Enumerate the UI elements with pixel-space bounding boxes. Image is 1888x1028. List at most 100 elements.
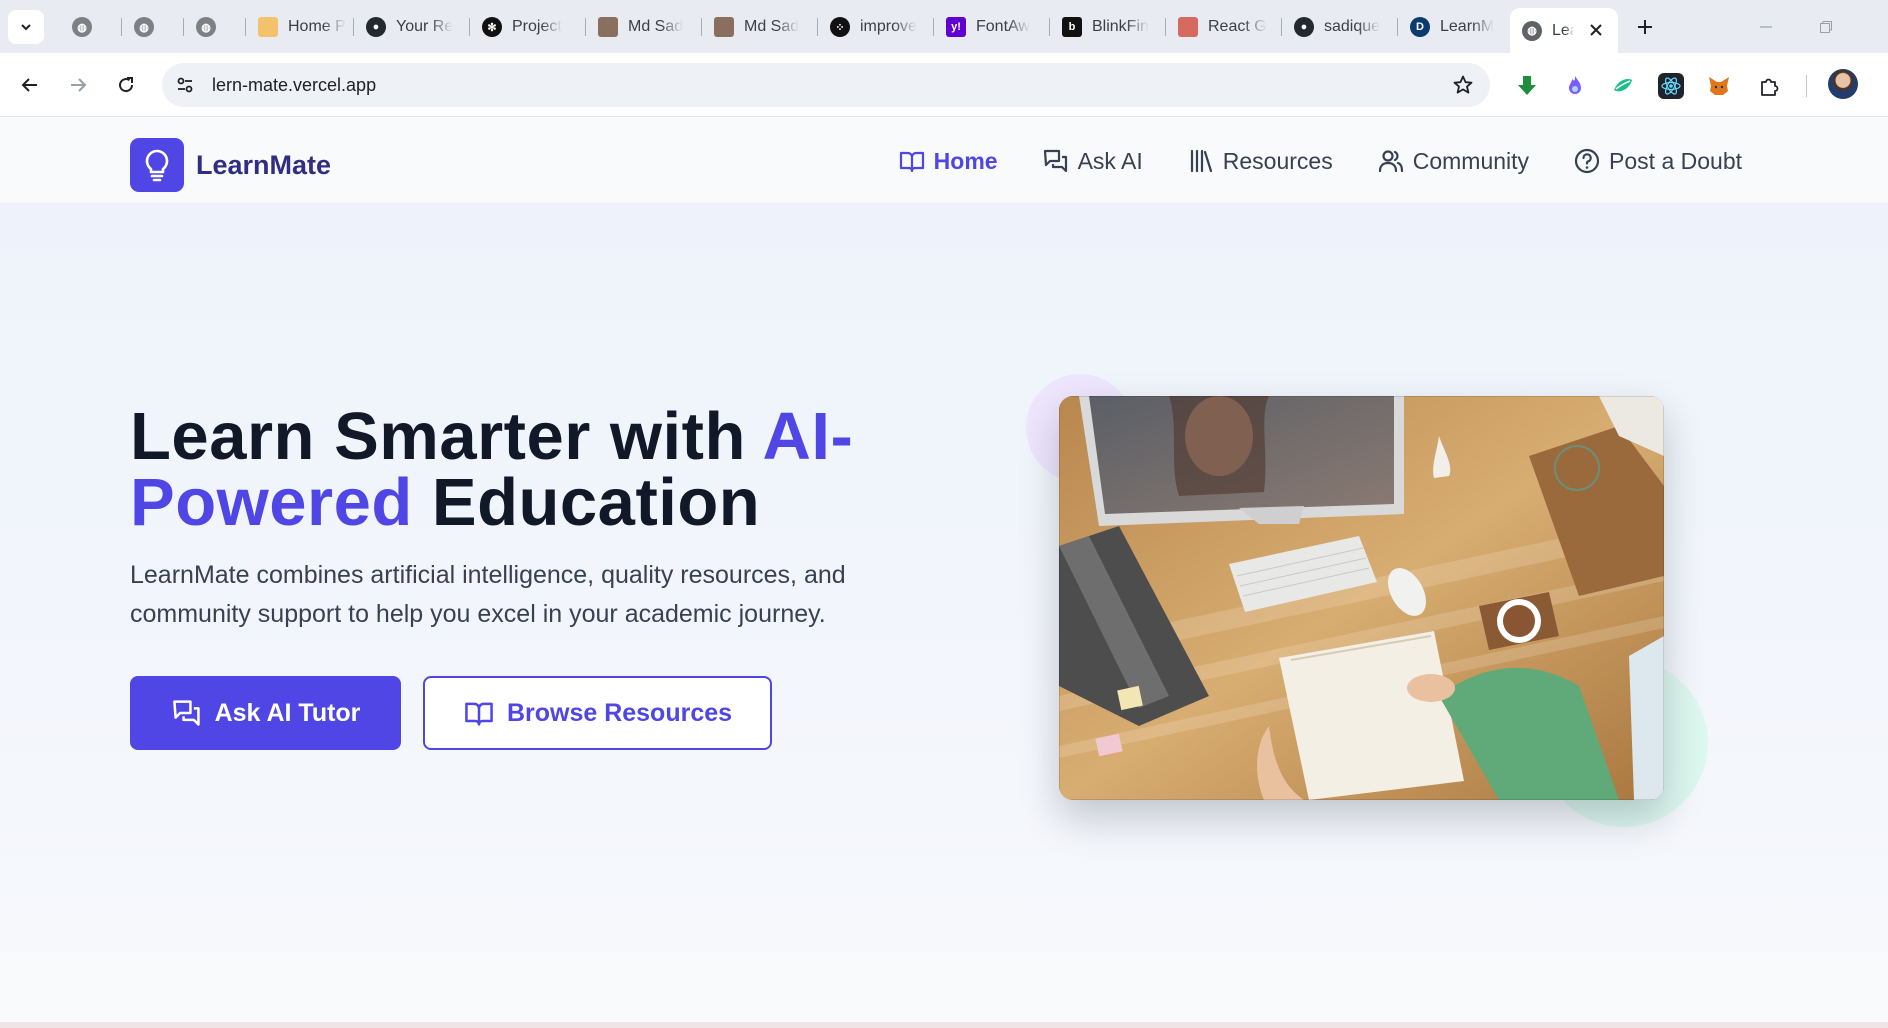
browser-toolbar: lern-mate.vercel.app (0, 53, 1888, 117)
react-devtools-icon[interactable] (1658, 73, 1684, 99)
tab-title: Home P (288, 18, 346, 35)
stack-icon (258, 17, 278, 37)
hero-title-part: Education (412, 465, 761, 540)
globe-icon: ◍ (1522, 20, 1542, 41)
profile-photo-icon (714, 17, 734, 37)
nav-label: Resources (1222, 147, 1333, 174)
globe-icon: ◍ (134, 17, 154, 37)
browser-tab[interactable]: React G (1166, 10, 1282, 44)
profile-photo-icon (598, 17, 618, 37)
hero-desk-photo (1059, 396, 1664, 800)
tab-title: Lea (1552, 21, 1574, 39)
browser-tab[interactable]: b BlinkFin (1050, 10, 1166, 44)
tab-title: Md Sad (628, 18, 684, 35)
nav-item-resources[interactable]: Resources (1187, 147, 1333, 175)
toolbar-divider (1806, 75, 1807, 97)
close-icon[interactable] (1586, 20, 1606, 40)
brand-link[interactable]: LearnMate (130, 138, 331, 192)
button-label: Browse Resources (506, 698, 733, 727)
browser-tab[interactable]: D LearnM (1398, 10, 1510, 44)
leaf-extension-icon[interactable] (1610, 73, 1636, 99)
book-open-icon (465, 702, 493, 726)
tab-title: improve (860, 18, 917, 35)
tab-title: Project (512, 18, 562, 35)
browser-tab[interactable]: ● sadique (1282, 10, 1398, 44)
page-viewport: LearnMate Home Ask AI Resources Communit… (0, 117, 1888, 1028)
chevron-down-icon (21, 24, 31, 31)
globe-icon: ◍ (72, 17, 92, 37)
site-navbar: LearnMate Home Ask AI Resources Communit… (0, 117, 1888, 204)
address-bar[interactable]: lern-mate.vercel.app (162, 63, 1490, 107)
puzzle-extensions-icon[interactable] (1756, 73, 1782, 99)
browser-tab[interactable]: y! FontAw (934, 10, 1050, 44)
chat-bubbles-icon (172, 700, 200, 726)
browser-tab[interactable]: Md Sad (702, 10, 818, 44)
back-button[interactable] (14, 69, 46, 101)
bottom-edge (0, 1022, 1888, 1028)
restore-icon (1820, 21, 1832, 33)
hero-title-part: Learn Smarter with (130, 399, 763, 474)
nav-item-post-doubt[interactable]: Post a Doubt (1573, 147, 1742, 175)
nav-label: Community (1412, 147, 1530, 174)
arrow-right-icon (71, 78, 87, 92)
ask-ai-tutor-button[interactable]: Ask AI Tutor (130, 676, 401, 750)
browser-tab[interactable]: ● Your Re (354, 10, 470, 44)
tab-title: BlinkFin (1092, 18, 1149, 35)
yahoo-icon: y! (946, 17, 966, 37)
browser-tab[interactable]: ◍ (122, 10, 184, 44)
reload-icon (119, 77, 134, 93)
button-label: Ask AI Tutor (214, 698, 361, 727)
new-tab-button[interactable] (1630, 12, 1660, 42)
browser-tab-active[interactable]: ◍ Lea (1510, 8, 1618, 53)
main-nav: Home Ask AI Resources Community Post a D… (898, 147, 1742, 175)
nav-item-community[interactable]: Community (1377, 147, 1529, 175)
tab-title: Your Re (396, 18, 454, 35)
nav-label: Post a Doubt (1609, 147, 1742, 174)
nav-label: Ask AI (1077, 147, 1143, 174)
restore-button[interactable] (1806, 12, 1846, 42)
browser-tab[interactable]: ◍ (184, 10, 246, 44)
bookmark-star-icon[interactable] (1452, 74, 1474, 96)
browser-tab[interactable]: ⁘ improve (818, 10, 934, 44)
hero-subtitle: LearnMate combines artificial intelligen… (130, 561, 846, 628)
nav-item-ask-ai[interactable]: Ask AI (1042, 147, 1143, 175)
flame-extension-icon[interactable] (1562, 73, 1588, 99)
tab-title: Md Sad (744, 18, 800, 35)
download-extension-icon[interactable] (1514, 73, 1540, 99)
forward-button[interactable] (62, 69, 94, 101)
metamask-fox-icon[interactable] (1706, 73, 1732, 99)
browser-tab[interactable]: ✻ Project (470, 10, 586, 44)
github-icon: ● (1294, 17, 1314, 37)
tab-title: React G (1208, 18, 1267, 35)
brand-name: LearnMate (196, 149, 332, 180)
book-open-icon (899, 151, 924, 173)
openai-icon: ✻ (482, 17, 502, 37)
browser-tab[interactable]: Md Sad (586, 10, 702, 44)
address-url[interactable]: lern-mate.vercel.app (212, 75, 376, 96)
help-circle-icon (1574, 148, 1600, 174)
reload-button[interactable] (110, 69, 142, 101)
plus-icon (1638, 20, 1652, 34)
next-section (0, 952, 1888, 1028)
minimize-button[interactable] (1746, 12, 1786, 42)
image-icon (1178, 17, 1198, 37)
browser-tab-strip: ◍ ◍ ◍ Home P ● Your Re ✻ Project Md Sad Md… (0, 0, 1888, 53)
tab-title: FontAw (976, 18, 1030, 35)
tab-search-button[interactable] (8, 10, 44, 44)
d-icon: D (1410, 17, 1430, 37)
library-icon (1190, 149, 1212, 173)
nav-label: Home (933, 147, 998, 174)
lightbulb-icon (130, 138, 184, 192)
browser-tab[interactable]: Home P (246, 10, 354, 44)
hero-title-accent: AI- (762, 399, 854, 474)
browse-resources-button[interactable]: Browse Resources (423, 676, 772, 750)
hero-title-accent: Powered (130, 465, 413, 540)
arrow-left-icon (21, 78, 37, 92)
site-settings-icon[interactable] (174, 74, 196, 96)
b-icon: b (1062, 17, 1082, 37)
nav-item-home[interactable]: Home (898, 147, 998, 175)
tab-title: sadique (1324, 18, 1381, 35)
globe-icon: ◍ (196, 17, 216, 37)
profile-avatar[interactable] (1828, 69, 1858, 99)
browser-tab[interactable]: ◍ (60, 10, 122, 44)
